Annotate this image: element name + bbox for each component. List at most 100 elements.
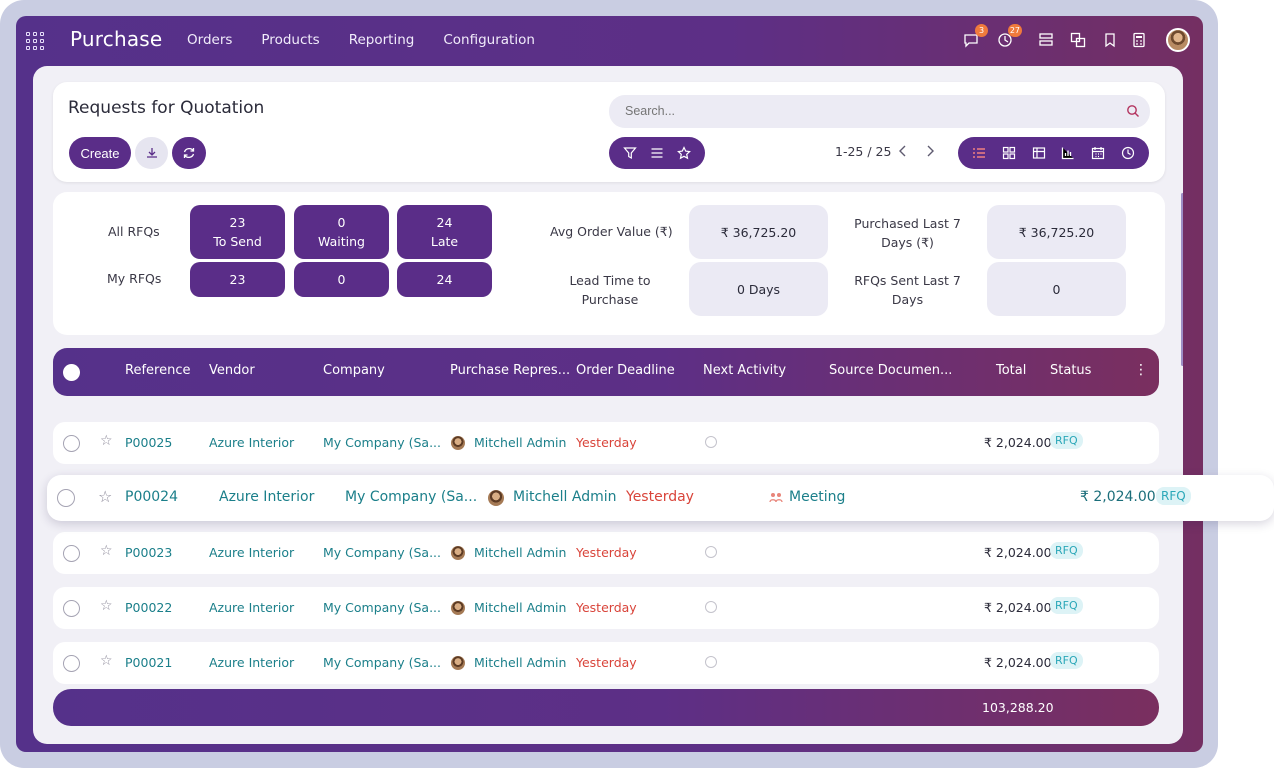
to-send-tile[interactable]: 23 To Send <box>190 205 285 259</box>
menu-configuration[interactable]: Configuration <box>443 32 535 48</box>
table-row-highlighted[interactable]: ☆ P00024 Azure Interior My Company (Sa..… <box>47 475 1274 521</box>
star-icon[interactable]: ☆ <box>100 598 113 614</box>
column-purchase-rep[interactable]: Purchase Repres... <box>450 363 570 378</box>
activity-view-icon[interactable] <box>1121 146 1135 160</box>
my-waiting-tile[interactable]: 0 <box>294 262 389 297</box>
table-row[interactable]: ☆ P00025 Azure Interior My Company (Sa..… <box>53 422 1159 464</box>
table-row[interactable]: ☆ P00021 Azure Interior My Company (Sa..… <box>53 642 1159 684</box>
column-reference[interactable]: Reference <box>125 363 190 378</box>
table-row[interactable]: ☆ P00023 Azure Interior My Company (Sa..… <box>53 532 1159 574</box>
row-checkbox[interactable] <box>63 435 80 452</box>
row-company[interactable]: My Company (Sa... <box>323 655 441 670</box>
activities-icon[interactable]: 27 <box>996 24 1022 49</box>
search-icon[interactable] <box>1126 104 1140 118</box>
menu-orders[interactable]: Orders <box>187 32 232 48</box>
waiting-tile[interactable]: 0 Waiting <box>294 205 389 259</box>
list-view-icon[interactable] <box>972 146 986 160</box>
avatar <box>451 601 465 615</box>
column-options-icon[interactable]: ⋮ <box>1134 362 1148 378</box>
messages-badge: 3 <box>975 24 988 37</box>
column-order-deadline[interactable]: Order Deadline <box>576 363 675 378</box>
row-reference[interactable]: P00025 <box>125 435 172 450</box>
late-tile[interactable]: 24 Late <box>397 205 492 259</box>
column-next-activity[interactable]: Next Activity <box>703 363 786 378</box>
star-icon[interactable]: ☆ <box>100 543 113 559</box>
pivot-view-icon[interactable] <box>1032 146 1046 160</box>
filter-icon[interactable] <box>623 146 638 160</box>
refresh-button[interactable] <box>172 137 206 169</box>
translate-icon[interactable] <box>1069 31 1087 49</box>
row-reference[interactable]: P00024 <box>125 489 178 505</box>
my-late-tile[interactable]: 24 <box>397 262 492 297</box>
row-checkbox[interactable] <box>63 545 80 562</box>
row-reference[interactable]: P00022 <box>125 600 172 615</box>
row-rep[interactable]: Mitchell Admin <box>474 545 566 560</box>
user-avatar[interactable] <box>1166 28 1190 52</box>
column-source-document[interactable]: Source Documen... <box>829 363 952 378</box>
calendar-view-icon[interactable] <box>1091 146 1105 160</box>
graph-view-icon[interactable] <box>1061 146 1075 160</box>
column-vendor[interactable]: Vendor <box>209 363 255 378</box>
status-badge: RFQ <box>1050 542 1083 559</box>
row-activity[interactable]: Meeting <box>789 489 845 505</box>
clock-icon[interactable] <box>705 436 717 448</box>
clock-icon[interactable] <box>705 546 717 558</box>
row-deadline: Yesterday <box>576 435 637 450</box>
my-to-send-tile[interactable]: 23 <box>190 262 285 297</box>
to-send-label: To Send <box>213 234 262 249</box>
row-vendor[interactable]: Azure Interior <box>209 655 294 670</box>
group-by-icon[interactable] <box>650 146 664 160</box>
download-button[interactable] <box>135 137 168 169</box>
select-all-checkbox[interactable] <box>63 364 80 381</box>
row-vendor[interactable]: Azure Interior <box>209 545 294 560</box>
switch-company-icon[interactable] <box>1037 31 1055 49</box>
row-vendor[interactable]: Azure Interior <box>209 435 294 450</box>
row-company[interactable]: My Company (Sa... <box>323 545 441 560</box>
row-reference[interactable]: P00021 <box>125 655 172 670</box>
row-checkbox[interactable] <box>63 655 80 672</box>
row-company[interactable]: My Company (Sa... <box>345 489 477 505</box>
chevron-left-icon[interactable] <box>898 144 908 158</box>
row-vendor[interactable]: Azure Interior <box>209 600 294 615</box>
clock-icon[interactable] <box>705 601 717 613</box>
device-frame: Purchase Orders Products Reporting Confi… <box>0 0 1218 768</box>
apps-menu-icon[interactable] <box>26 32 44 50</box>
star-icon[interactable]: ☆ <box>98 487 112 506</box>
row-rep[interactable]: Mitchell Admin <box>474 435 566 450</box>
row-vendor[interactable]: Azure Interior <box>219 489 314 505</box>
column-status[interactable]: Status <box>1050 363 1091 378</box>
search-input[interactable] <box>625 95 1105 128</box>
row-rep[interactable]: Mitchell Admin <box>474 600 566 615</box>
scrollbar[interactable] <box>1181 193 1183 366</box>
pager-value[interactable]: 1-25 / 25 <box>835 144 891 159</box>
menu-products[interactable]: Products <box>261 32 319 48</box>
purchased-last-7-days-label: Purchased Last 7 Days (₹) <box>854 216 961 250</box>
row-rep[interactable]: Mitchell Admin <box>474 655 566 670</box>
table-row[interactable]: ☆ P00022 Azure Interior My Company (Sa..… <box>53 587 1159 629</box>
menu-reporting[interactable]: Reporting <box>349 32 415 48</box>
row-rep[interactable]: Mitchell Admin <box>513 489 617 505</box>
calculator-icon[interactable] <box>1130 31 1148 49</box>
row-checkbox[interactable] <box>63 600 80 617</box>
row-reference[interactable]: P00023 <box>125 545 172 560</box>
row-company[interactable]: My Company (Sa... <box>323 600 441 615</box>
kanban-view-icon[interactable] <box>1002 146 1016 160</box>
row-checkbox[interactable] <box>57 489 75 507</box>
star-icon[interactable]: ☆ <box>100 653 113 669</box>
create-button[interactable]: Create <box>69 137 131 169</box>
app-title[interactable]: Purchase <box>70 27 162 51</box>
status-badge: RFQ <box>1156 487 1191 505</box>
column-company[interactable]: Company <box>323 363 385 378</box>
clock-icon[interactable] <box>705 656 717 668</box>
messages-icon[interactable]: 3 <box>962 24 988 49</box>
rfqs-sent-last-7-days-label: RFQs Sent Last 7 Days <box>854 273 961 307</box>
star-icon[interactable]: ☆ <box>100 433 113 449</box>
column-total[interactable]: Total <box>996 363 1026 378</box>
lead-time-value: 0 Days <box>689 262 828 316</box>
chevron-right-icon[interactable] <box>925 144 935 158</box>
meeting-icon[interactable] <box>769 491 783 505</box>
my-rfqs-label: My RFQs <box>107 271 162 286</box>
bookmark-icon[interactable] <box>1101 31 1119 49</box>
favorite-star-icon[interactable] <box>676 146 691 160</box>
row-company[interactable]: My Company (Sa... <box>323 435 441 450</box>
